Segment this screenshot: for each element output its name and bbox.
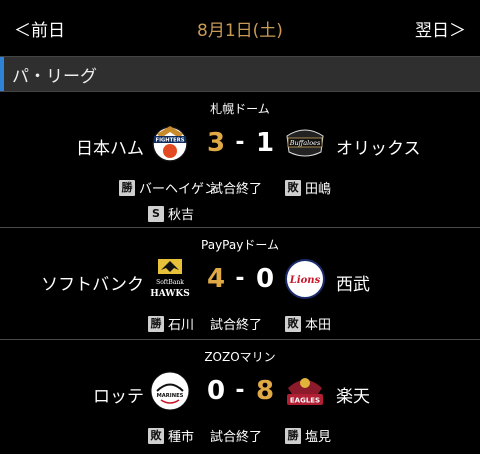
score-separator: - — [235, 266, 245, 291]
eagles-logo-text: EAGLES — [290, 397, 320, 405]
lose-badge: 敗 — [285, 315, 301, 332]
home-score: 3 — [206, 128, 226, 158]
stadium-name: PayPayドーム — [201, 238, 279, 252]
stadium-name: 札幌ドーム — [210, 102, 270, 116]
score-separator: - — [235, 378, 245, 403]
lose-pitcher-name: 種市 — [168, 430, 195, 445]
eagles-logo: EAGLES — [287, 378, 323, 405]
prev-day-button[interactable]: ＜前日 — [14, 16, 65, 41]
home-team-name: ソフトバンク — [41, 275, 144, 295]
game-card[interactable]: PayPayドーム ソフトバンク SoftBank HAWKS 4 - 0 Li… — [0, 228, 480, 340]
lions-logo-text: Lions — [289, 275, 321, 286]
win-pitcher-name: バーヘイゲン — [139, 182, 218, 197]
hawks-logo-text-bottom: HAWKS — [150, 289, 189, 299]
lose-pitcher: 敗 田嶋 — [285, 178, 331, 197]
save-row: S 秋吉 — [0, 204, 480, 223]
hawks-logo: SoftBank HAWKS — [150, 259, 190, 299]
save-pitcher-name: 秋吉 — [168, 208, 195, 223]
win-pitcher: 勝 塩見 — [285, 426, 331, 445]
lose-pitcher-name: 田嶋 — [305, 182, 332, 197]
win-pitcher: 勝 バーヘイゲン — [119, 178, 217, 197]
win-pitcher-name: 塩見 — [305, 430, 332, 445]
save-pitcher: S 秋吉 — [148, 204, 194, 223]
hawks-logo-text-top: SoftBank — [156, 279, 184, 286]
pitcher-row: 勝 バーヘイゲン 試合終了 敗 田嶋 — [0, 178, 480, 197]
game-status: 試合終了 — [210, 318, 263, 333]
current-date: 8月1日(土) — [197, 20, 283, 41]
home-team-name: 日本ハム — [76, 139, 144, 159]
league-name: パ・リーグ — [12, 66, 97, 87]
win-badge: 勝 — [148, 315, 164, 332]
game-card[interactable]: 札幌ドーム 日本ハム FIGHTERS 3 - 1 Buffaloes オリック… — [0, 92, 480, 228]
lose-pitcher-name: 本田 — [305, 318, 332, 333]
save-badge: S — [148, 205, 164, 222]
away-team-name: オリックス — [336, 139, 421, 159]
win-badge: 勝 — [285, 427, 301, 444]
home-team-name: ロッテ — [93, 387, 144, 407]
date-nav-bar: ＜前日 8月1日(土) 翌日＞ — [0, 0, 480, 56]
lose-pitcher: 敗 本田 — [285, 314, 331, 333]
away-score: 8 — [255, 376, 275, 406]
marines-logo-text: MARINES — [157, 393, 184, 399]
home-score: 0 — [206, 376, 226, 406]
stadium-name: ZOZOマリン — [204, 350, 276, 364]
marines-logo: MARINES — [150, 371, 190, 411]
buffaloes-logo-text: Buffaloes — [289, 139, 321, 147]
win-pitcher: 勝 石川 — [148, 314, 194, 333]
away-team-name: 楽天 — [336, 387, 370, 407]
fighters-logo: FIGHTERS — [152, 126, 188, 162]
game-card[interactable]: ZOZOマリン ロッテ MARINES 0 - 8 EAGLES 楽天 敗 種市… — [0, 340, 480, 454]
game-status: 試合終了 — [210, 430, 263, 445]
league-accent-bar — [0, 57, 4, 91]
lose-badge: 敗 — [285, 179, 301, 196]
fighters-logo-text: FIGHTERS — [156, 138, 185, 144]
score-separator: - — [235, 130, 245, 155]
lose-badge: 敗 — [148, 427, 164, 444]
win-pitcher-name: 石川 — [168, 318, 195, 333]
pitcher-row: 敗 種市 試合終了 勝 塩見 — [0, 426, 480, 445]
lions-logo: Lions — [285, 259, 325, 299]
away-team-name: 西武 — [336, 275, 370, 295]
pitcher-row: 勝 石川 試合終了 敗 本田 — [0, 314, 480, 333]
buffaloes-logo: Buffaloes — [286, 129, 324, 157]
game-status: 試合終了 — [210, 182, 263, 197]
home-score: 4 — [206, 264, 226, 294]
away-score: 0 — [255, 264, 275, 294]
league-header: パ・リーグ — [0, 56, 480, 92]
next-day-button[interactable]: 翌日＞ — [415, 16, 466, 41]
lose-pitcher: 敗 種市 — [148, 426, 194, 445]
win-badge: 勝 — [119, 179, 135, 196]
away-score: 1 — [255, 128, 275, 158]
